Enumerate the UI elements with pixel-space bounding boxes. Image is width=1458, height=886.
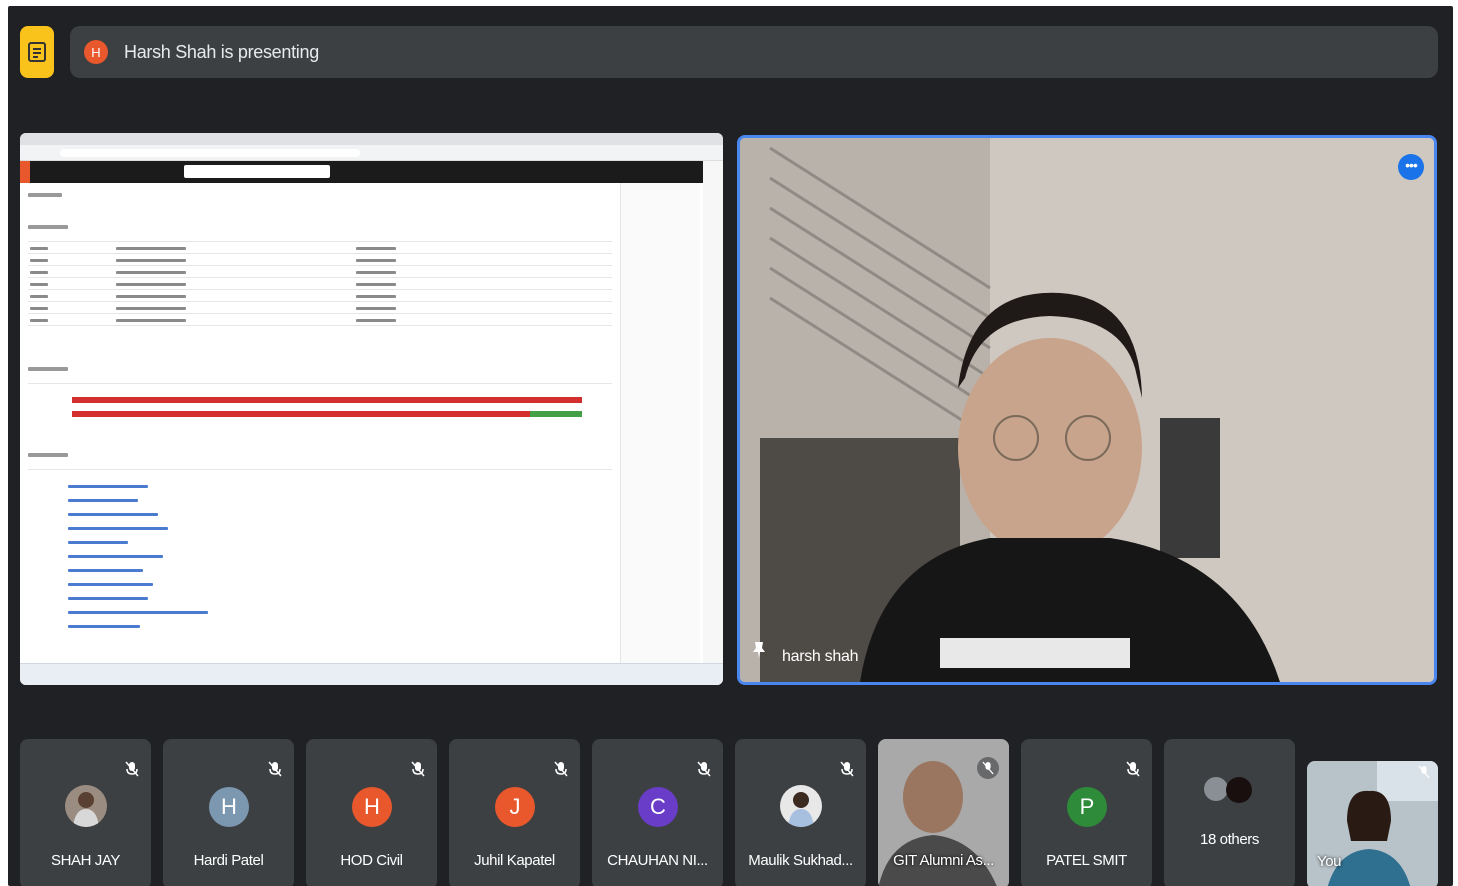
browser-side-rail (703, 161, 723, 663)
os-taskbar (20, 663, 723, 685)
meet-window: H Harsh Shah is presenting ••• harsh sha… (8, 6, 1453, 886)
mic-off-icon (697, 761, 711, 782)
participant-tile[interactable]: H Hardi Patel (163, 739, 294, 886)
self-view-tile[interactable]: You (1307, 761, 1438, 886)
mic-off-icon (554, 761, 568, 782)
mic-off-icon (268, 761, 282, 782)
mic-off-icon (125, 761, 139, 782)
participant-avatar: H (209, 787, 249, 827)
participant-photo (65, 785, 107, 827)
present-screen-glyph (28, 42, 46, 62)
participant-tile[interactable]: H HOD Civil (306, 739, 437, 886)
mic-off-icon (840, 761, 854, 782)
participant-name: Hardi Patel (193, 852, 264, 869)
participant-tile[interactable]: P PATEL SMIT (1021, 739, 1152, 886)
app-toolbar (20, 161, 723, 183)
participant-tile[interactable]: J Juhil Kapatel (449, 739, 580, 886)
mic-off-icon (1126, 761, 1140, 782)
participant-photo (780, 785, 822, 827)
shared-side-panel (620, 183, 700, 663)
speaker-video-frame (740, 138, 1434, 682)
speaker-name-label: harsh shah (782, 648, 859, 665)
others-tile[interactable]: 18 others (1164, 739, 1295, 886)
participant-tile[interactable]: SHAH JAY (20, 739, 151, 886)
participant-name: PATEL SMIT (1046, 852, 1127, 869)
participant-name: CHAUHAN NI... (607, 852, 708, 869)
presenter-avatar: H (84, 40, 108, 64)
participant-avatar: H (352, 787, 392, 827)
participant-avatar: P (1067, 787, 1107, 827)
presenting-banner: H Harsh Shah is presenting (70, 26, 1438, 78)
participant-tile[interactable]: GIT Alumni As... (878, 739, 1009, 886)
active-speaker-tile[interactable]: ••• harsh shah (737, 135, 1437, 685)
self-name-label: You (1317, 853, 1342, 870)
shared-screen[interactable] (20, 133, 723, 685)
mic-off-icon (977, 757, 999, 779)
others-avatar (1204, 777, 1228, 801)
others-count-label: 18 others (1200, 831, 1259, 848)
participant-name: Juhil Kapatel (474, 852, 555, 869)
others-avatar (1226, 777, 1252, 803)
presenting-text: Harsh Shah is presenting (124, 41, 319, 62)
browser-tab-strip (20, 133, 723, 145)
participant-avatar: C (638, 787, 678, 827)
participant-name: Maulik Sukhad... (748, 852, 853, 869)
present-screen-icon[interactable] (20, 26, 54, 78)
participant-avatar: J (495, 787, 535, 827)
participant-name: GIT Alumni As... (893, 852, 994, 869)
mic-off-icon (411, 761, 425, 782)
participant-tile[interactable]: C CHAUHAN NI... (592, 739, 723, 886)
participant-name: SHAH JAY (50, 852, 121, 869)
shared-app-content (20, 183, 620, 663)
participant-tile[interactable]: Maulik Sukhad... (735, 739, 866, 886)
mic-off-icon (1418, 765, 1430, 784)
more-options-icon[interactable]: ••• (1398, 154, 1424, 180)
pin-icon[interactable] (752, 641, 766, 664)
browser-address-bar (20, 145, 723, 161)
participant-name: HOD Civil (340, 852, 403, 869)
